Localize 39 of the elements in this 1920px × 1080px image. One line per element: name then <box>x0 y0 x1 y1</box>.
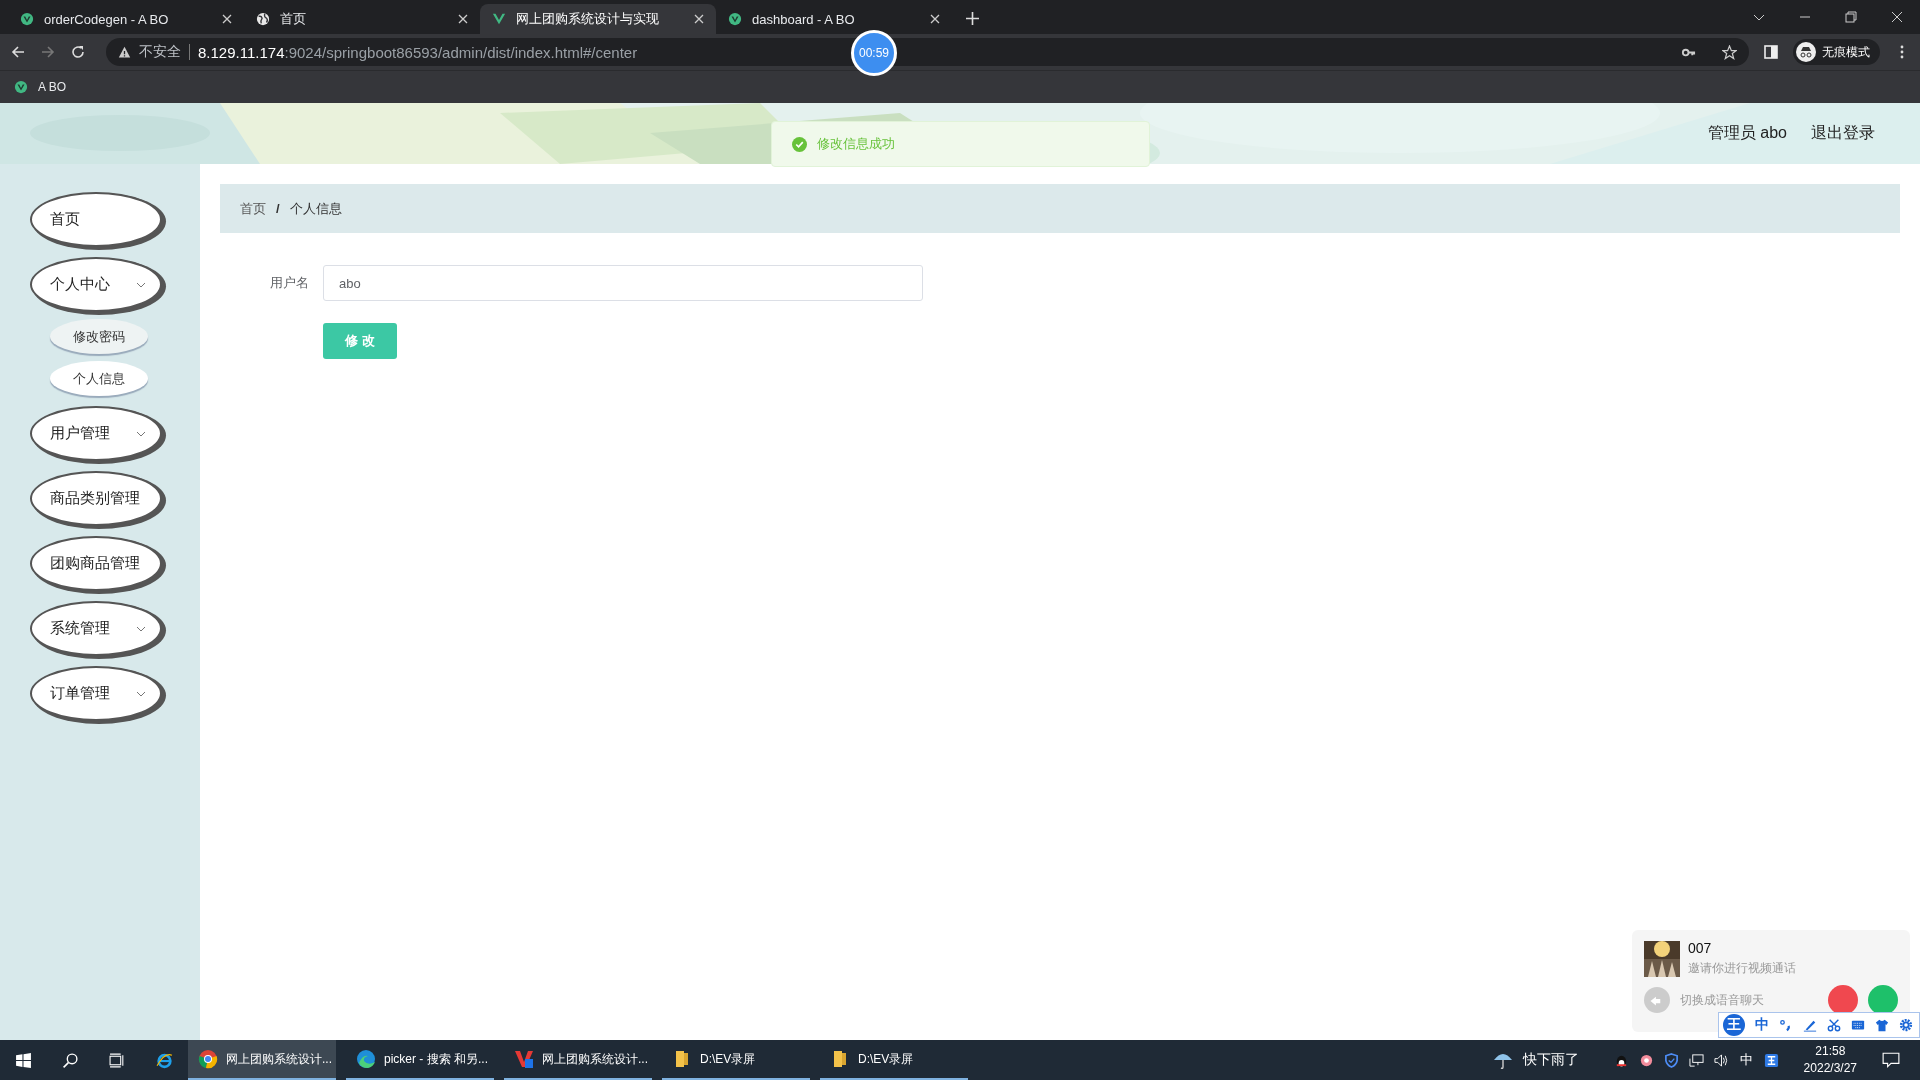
sidebar-submenu-item[interactable]: 修改密码 <box>50 319 148 354</box>
taskbar-app-button[interactable]: D:\EV录屏 <box>662 1040 810 1080</box>
field-label: 用户名 <box>269 274 310 292</box>
url-text: 8.129.11.174:9024/springboot86593/admin/dist/index.html#/center <box>198 43 638 61</box>
call-message: 邀请你进行视频通话 <box>1688 960 1796 977</box>
breadcrumb-separator: / <box>276 201 280 216</box>
admin-user-label: 管理员 abo <box>1707 123 1787 143</box>
ime-mode-toggle[interactable]: 中 <box>1755 1016 1769 1034</box>
caller-name: 007 <box>1688 940 1713 956</box>
sidebar-menu-item[interactable]: 首页 <box>30 192 162 247</box>
browser-tab[interactable]: 网上团购系统设计与实现 <box>480 4 716 34</box>
bookmark-label: A BO <box>38 80 66 94</box>
incognito-profile-button[interactable]: 无痕模式 <box>1793 39 1880 65</box>
sidebar-menu-item[interactable]: 商品类别管理 <box>30 471 162 526</box>
sidebar-menu-item[interactable]: 订单管理 <box>30 666 162 721</box>
username-input[interactable]: abo <box>323 265 923 301</box>
logout-link[interactable]: 退出登录 <box>1811 123 1875 144</box>
toast-message: 修改信息成功 <box>817 135 895 153</box>
sidebar-menu-item[interactable]: 团购商品管理 <box>30 536 162 591</box>
breadcrumb-link[interactable]: 首页 <box>240 199 266 218</box>
browser-tab[interactable]: orderCodegen - A BO <box>8 4 244 34</box>
taskbar-app-button[interactable]: D:\EV录屏 <box>820 1040 968 1080</box>
security-label: 不安全 <box>139 43 181 61</box>
clock-time: 21:58 <box>1815 1043 1846 1060</box>
sidebar-menu-item[interactable]: 用户管理 <box>30 406 162 461</box>
ime-logo[interactable]: 王 <box>1723 1014 1745 1036</box>
browser-tab[interactable]: 首页 <box>244 4 480 34</box>
system-clock[interactable]: 21:58 2022/3/27 <box>1803 1043 1857 1077</box>
weather-widget[interactable]: 快下雨了 <box>1492 1050 1579 1070</box>
sidebar-menu-item[interactable]: 个人中心 <box>30 257 162 312</box>
sidebar-submenu-item[interactable]: 个人信息 <box>50 361 148 396</box>
taskbar-app-button[interactable]: 网上团购系统设计... <box>188 1040 336 1080</box>
bookmark-item[interactable]: A BO <box>14 80 66 94</box>
clock-date: 2022/3/27 <box>1803 1060 1857 1077</box>
input-mode-indicator[interactable]: 中 <box>1739 1051 1753 1069</box>
breadcrumb-link[interactable]: 个人信息 <box>289 199 342 218</box>
taskbar-app-button[interactable]: 网上团购系统设计... <box>504 1040 652 1080</box>
taskbar-app-button[interactable]: picker - 搜索 和另... <box>346 1040 494 1080</box>
sidebar-menu-item[interactable]: 系统管理 <box>30 601 162 656</box>
